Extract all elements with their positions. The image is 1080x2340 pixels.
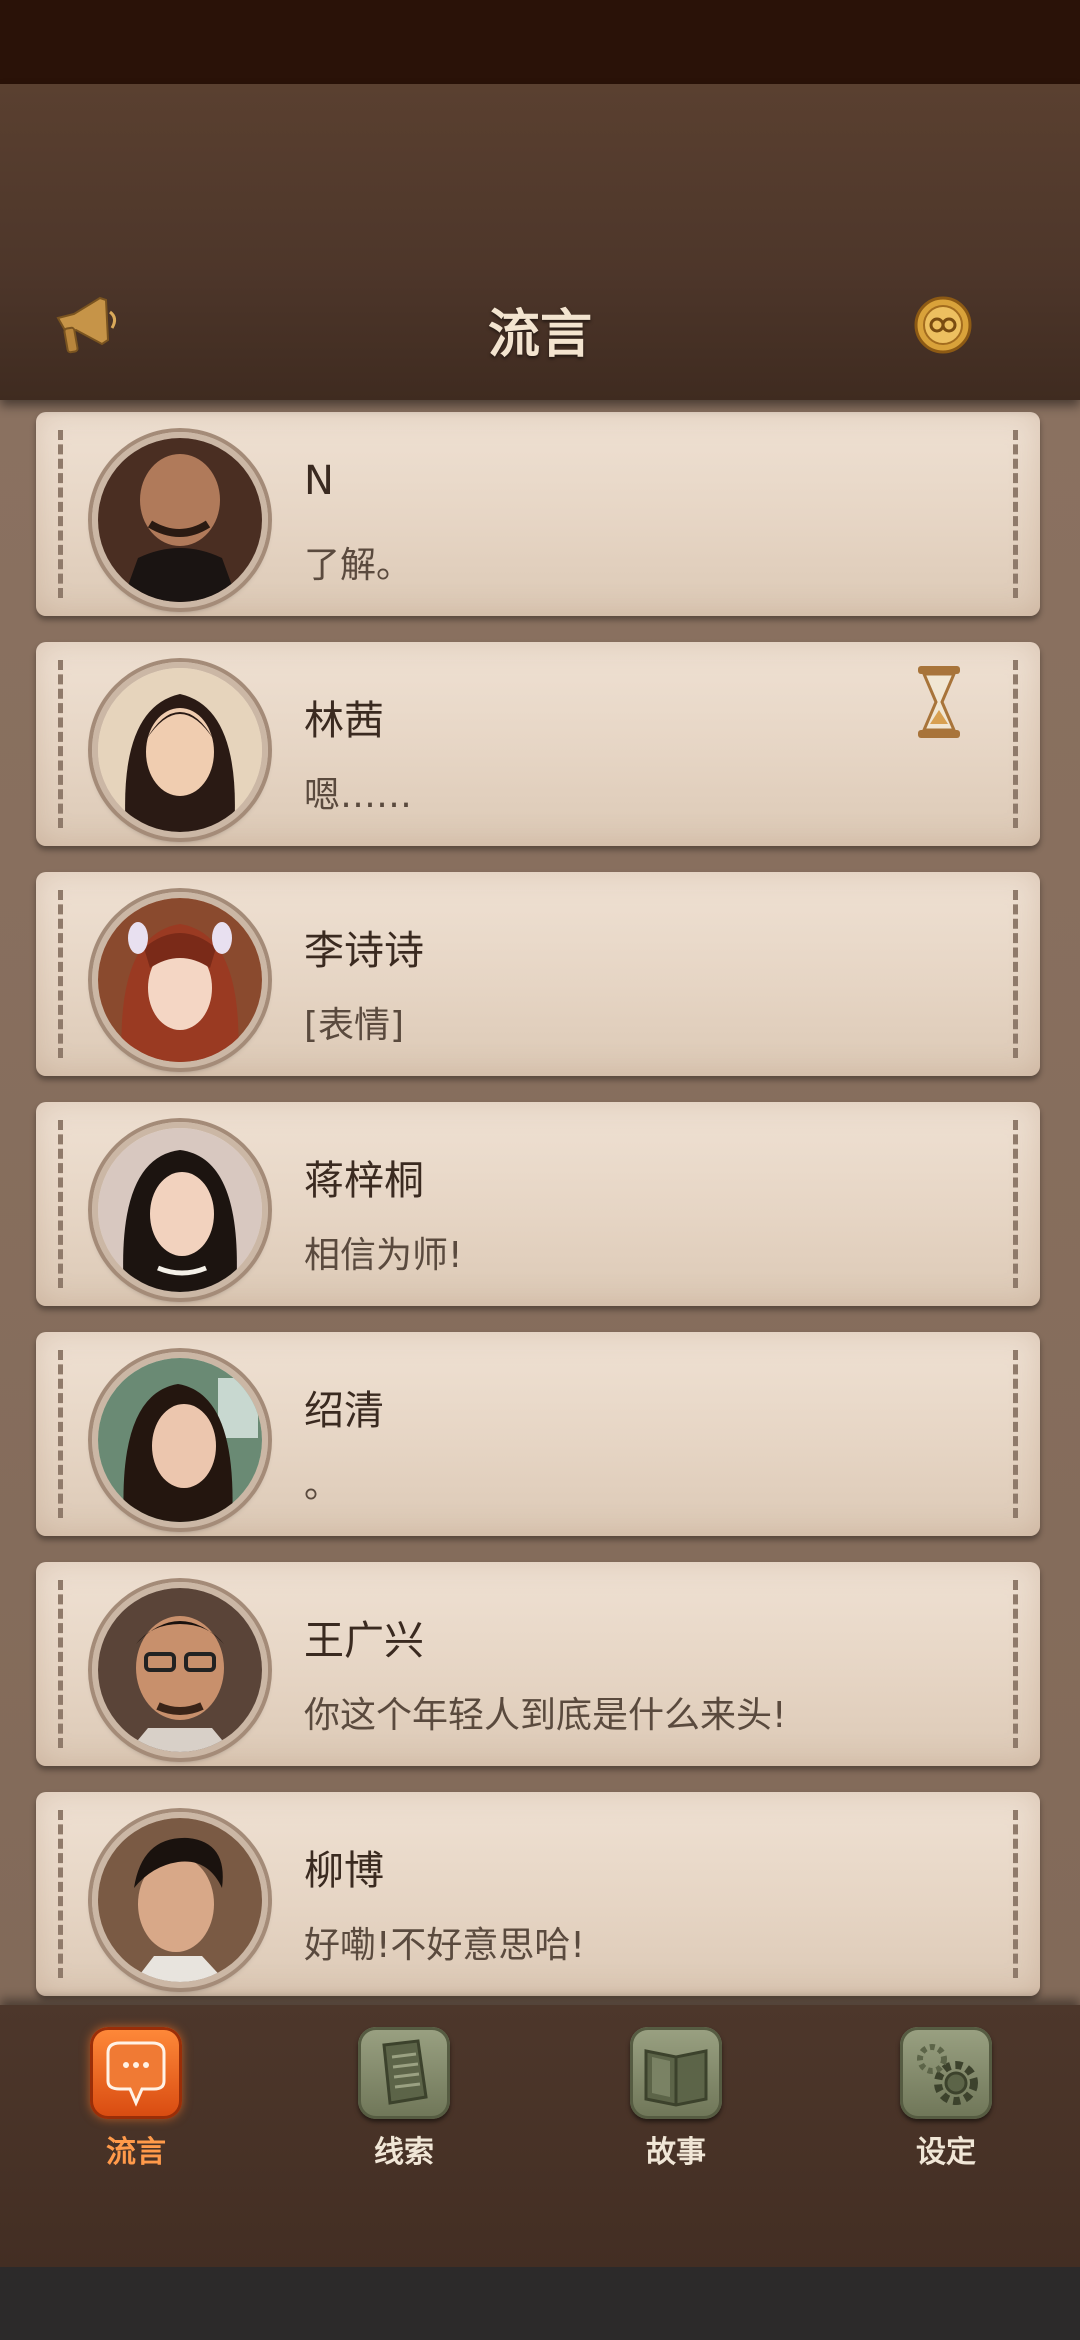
contact-name: N (304, 458, 334, 504)
avatar[interactable] (92, 1812, 268, 1988)
message-list[interactable]: N 了解。 林茜 嗯…… 李诗诗 [表情] 蒋梓桐 相信为师! 绍清 。 王广兴… (0, 400, 1080, 2005)
coin-icon[interactable] (912, 294, 974, 356)
last-message: 。 (304, 1465, 341, 1506)
contact-name: 王广兴 (304, 1618, 424, 1664)
last-message: 你这个年轻人到底是什么来头! (304, 1695, 787, 1736)
system-nav-bar (0, 2267, 1080, 2340)
stitch-decoration (1013, 890, 1018, 1058)
stitch-decoration (1013, 1810, 1018, 1978)
list-item[interactable]: N 了解。 (36, 412, 1040, 616)
hourglass-icon (912, 664, 966, 740)
list-item[interactable]: 绍清 。 (36, 1332, 1040, 1536)
avatar[interactable] (92, 892, 268, 1068)
list-item[interactable]: 柳博 好嘞!不好意思哈! (36, 1792, 1040, 1996)
last-message: 嗯…… (304, 775, 413, 816)
avatar[interactable] (92, 1352, 268, 1528)
list-item[interactable]: 蒋梓桐 相信为师! (36, 1102, 1040, 1306)
contact-name: 柳博 (304, 1848, 384, 1894)
stitch-decoration (58, 1350, 63, 1518)
contact-name: 李诗诗 (304, 928, 424, 974)
avatar[interactable] (92, 662, 268, 838)
bottom-nav: 流言 线索 故事 设定 (0, 2005, 1080, 2267)
stitch-decoration (58, 660, 63, 828)
chat-bubble-icon (90, 2027, 182, 2119)
contact-name: 蒋梓桐 (304, 1158, 424, 1204)
stitch-decoration (58, 430, 63, 598)
tab-label: 流言 (106, 2135, 166, 2170)
book-icon (630, 2027, 722, 2119)
stitch-decoration (1013, 1120, 1018, 1288)
contact-name: 林茜 (304, 698, 384, 744)
contact-name: 绍清 (304, 1388, 384, 1434)
gear-icon (900, 2027, 992, 2119)
status-bar (0, 0, 1080, 84)
last-message: 好嘞!不好意思哈! (304, 1925, 585, 1966)
stitch-decoration (1013, 660, 1018, 828)
avatar[interactable] (92, 1582, 268, 1758)
tab-rumors[interactable]: 流言 (76, 2027, 196, 2171)
tab-settings[interactable]: 设定 (886, 2027, 1006, 2171)
tab-label: 线索 (374, 2135, 434, 2170)
list-item[interactable]: 李诗诗 [表情] (36, 872, 1040, 1076)
last-message: [表情] (304, 1005, 405, 1046)
avatar[interactable] (92, 432, 268, 608)
stitch-decoration (58, 890, 63, 1058)
stitch-decoration (1013, 430, 1018, 598)
tab-clues[interactable]: 线索 (344, 2027, 464, 2171)
last-message: 了解。 (304, 545, 413, 586)
stitch-decoration (58, 1810, 63, 1978)
stitch-decoration (1013, 1580, 1018, 1748)
list-item[interactable]: 王广兴 你这个年轻人到底是什么来头! (36, 1562, 1040, 1766)
avatar[interactable] (92, 1122, 268, 1298)
paper-icon (358, 2027, 450, 2119)
tab-label: 设定 (916, 2135, 976, 2170)
stitch-decoration (58, 1580, 63, 1748)
last-message: 相信为师! (304, 1235, 463, 1276)
stitch-decoration (58, 1120, 63, 1288)
stitch-decoration (1013, 1350, 1018, 1518)
tab-label: 故事 (646, 2135, 706, 2170)
tab-story[interactable]: 故事 (616, 2027, 736, 2171)
horn-icon[interactable] (52, 288, 124, 358)
list-item[interactable]: 林茜 嗯…… (36, 642, 1040, 846)
